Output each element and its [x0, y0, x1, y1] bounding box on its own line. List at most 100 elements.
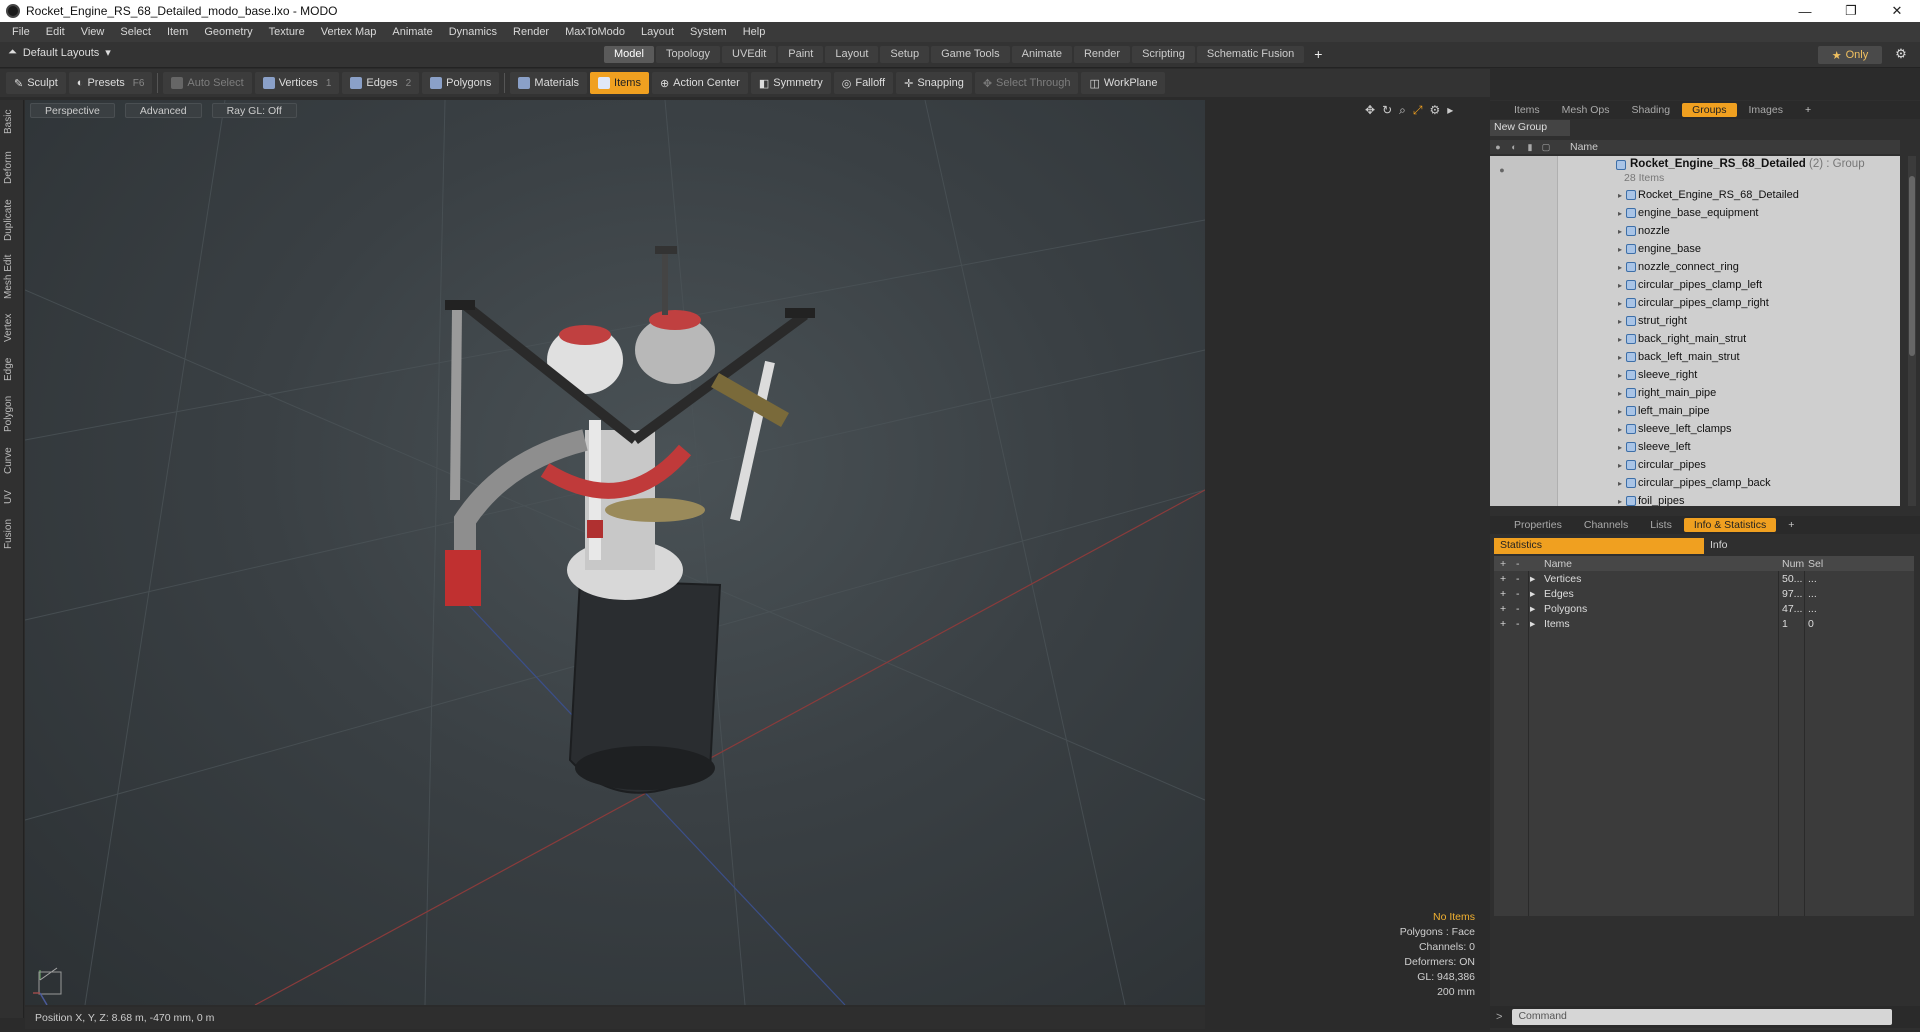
- new-group-button[interactable]: New Group: [1490, 120, 1570, 136]
- view-mode-dropdown[interactable]: Perspective: [30, 103, 115, 118]
- tab-game-tools[interactable]: Game Tools: [931, 46, 1010, 63]
- vtab-basic[interactable]: Basic: [3, 104, 21, 140]
- list-item[interactable]: ▸ nozzle: [1490, 222, 1900, 240]
- vtab-mesh-edit[interactable]: Mesh Edit: [3, 252, 21, 302]
- rotate-icon[interactable]: ↻: [1382, 103, 1392, 118]
- tab-images[interactable]: Images: [1739, 103, 1793, 117]
- only-button[interactable]: ★ Only: [1818, 46, 1882, 64]
- expand-icon[interactable]: ▸: [1618, 281, 1622, 290]
- menu-texture[interactable]: Texture: [261, 26, 313, 38]
- add-panel-tab-icon[interactable]: +: [1795, 103, 1821, 117]
- expand-icon[interactable]: ▸: [1618, 191, 1622, 200]
- expand-icon[interactable]: ▸: [1618, 371, 1622, 380]
- add-info-tab-icon[interactable]: +: [1778, 518, 1804, 532]
- workplane-button[interactable]: ◫ WorkPlane: [1081, 72, 1166, 94]
- remove-icon[interactable]: -: [1516, 573, 1530, 585]
- viewport-menu-icon[interactable]: ▸: [1447, 103, 1453, 118]
- menu-help[interactable]: Help: [735, 26, 774, 38]
- expand-icon[interactable]: ▸: [1618, 353, 1622, 362]
- polygons-button[interactable]: Polygons: [422, 72, 500, 94]
- list-item[interactable]: ▸ circular_pipes_clamp_left: [1490, 276, 1900, 294]
- snapping-button[interactable]: ✛ Snapping: [896, 72, 972, 94]
- table-row[interactable]: + - ▸ Edges 97... ...: [1494, 586, 1914, 601]
- vtab-duplicate[interactable]: Duplicate: [3, 196, 21, 244]
- expand-icon[interactable]: ▸: [1618, 245, 1622, 254]
- eye-icon[interactable]: ●: [1496, 165, 1508, 177]
- expand-icon[interactable]: ▸: [1618, 209, 1622, 218]
- vtab-edge[interactable]: Edge: [3, 354, 21, 384]
- maximize-button[interactable]: ❐: [1828, 0, 1874, 22]
- expand-icon[interactable]: ▸: [1618, 497, 1622, 506]
- expand-icon[interactable]: ▸: [1618, 335, 1622, 344]
- add-tab-icon[interactable]: +: [1306, 46, 1330, 63]
- expand-icon[interactable]: ▸: [1618, 479, 1622, 488]
- expand-icon[interactable]: ▸: [1618, 263, 1622, 272]
- expand-icon[interactable]: ▸: [1530, 588, 1535, 600]
- tab-schematic-fusion[interactable]: Schematic Fusion: [1196, 46, 1305, 63]
- expand-icon[interactable]: ▸: [1618, 425, 1622, 434]
- menu-geometry[interactable]: Geometry: [196, 26, 260, 38]
- menu-maxtomodo[interactable]: MaxToModo: [557, 26, 633, 38]
- presets-button[interactable]: ◐ Presets F6: [68, 72, 153, 94]
- list-item[interactable]: ▸ circular_pipes_clamp_right: [1490, 294, 1900, 312]
- add-icon[interactable]: +: [1500, 618, 1514, 630]
- tab-animate[interactable]: Animate: [1011, 46, 1072, 63]
- tab-lists[interactable]: Lists: [1640, 518, 1682, 532]
- expand-icon[interactable]: ▸: [1530, 618, 1535, 630]
- tab-paint[interactable]: Paint: [778, 46, 824, 63]
- menu-vertex-map[interactable]: Vertex Map: [313, 26, 385, 38]
- minimize-button[interactable]: —: [1782, 0, 1828, 22]
- raygl-toggle[interactable]: Ray GL: Off: [211, 103, 297, 118]
- shading-dropdown[interactable]: Advanced: [124, 103, 202, 118]
- list-item[interactable]: ▸ engine_base_equipment: [1490, 204, 1900, 222]
- list-item[interactable]: ▸ circular_pipes_clamp_back: [1490, 474, 1900, 492]
- pan-icon[interactable]: ✥: [1365, 103, 1375, 118]
- remove-icon[interactable]: -: [1516, 618, 1530, 630]
- tab-shading[interactable]: Shading: [1622, 103, 1681, 117]
- tab-uvedit[interactable]: UVEdit: [722, 46, 777, 63]
- expand-icon[interactable]: ▸: [1618, 299, 1622, 308]
- vtab-uv[interactable]: UV: [3, 486, 21, 508]
- list-item[interactable]: ▸ engine_base: [1490, 240, 1900, 258]
- symmetry-button[interactable]: ◧ Symmetry: [750, 72, 831, 94]
- falloff-button[interactable]: ◎ Falloff: [833, 72, 894, 94]
- tab-layout[interactable]: Layout: [825, 46, 879, 63]
- vtab-vertex[interactable]: Vertex: [3, 310, 21, 346]
- scrollbar-thumb[interactable]: [1909, 176, 1915, 356]
- expand-icon[interactable]: ▸: [1530, 603, 1535, 615]
- table-row[interactable]: + - ▸ Items 1 0: [1494, 616, 1914, 631]
- expand-icon[interactable]: ▸: [1618, 317, 1622, 326]
- remove-icon[interactable]: -: [1516, 588, 1530, 600]
- tab-model[interactable]: Model: [604, 46, 654, 63]
- expand-icon[interactable]: ▸: [1618, 461, 1622, 470]
- tab-channels[interactable]: Channels: [1574, 518, 1638, 532]
- tab-properties[interactable]: Properties: [1504, 518, 1572, 532]
- menu-layout[interactable]: Layout: [633, 26, 682, 38]
- menu-file[interactable]: File: [4, 26, 38, 38]
- close-button[interactable]: ✕: [1874, 0, 1920, 22]
- materials-button[interactable]: Materials: [510, 72, 588, 94]
- expand-icon[interactable]: ▸: [1618, 389, 1622, 398]
- list-item[interactable]: ▸ left_main_pipe: [1490, 402, 1900, 420]
- tab-scripting[interactable]: Scripting: [1132, 46, 1195, 63]
- list-item[interactable]: ▸ sleeve_left: [1490, 438, 1900, 456]
- menu-dynamics[interactable]: Dynamics: [441, 26, 505, 38]
- vtab-fusion[interactable]: Fusion: [3, 516, 21, 552]
- items-button[interactable]: Items: [590, 72, 649, 94]
- group-row[interactable]: ● Rocket_Engine_RS_68_Detailed (2) : Gro…: [1490, 156, 1900, 186]
- list-item[interactable]: ▸ sleeve_right: [1490, 366, 1900, 384]
- menu-view[interactable]: View: [73, 26, 113, 38]
- tab-items[interactable]: Items: [1504, 103, 1550, 117]
- expand-icon[interactable]: ▸: [1530, 573, 1535, 585]
- group-list-scrollbar[interactable]: [1908, 156, 1916, 506]
- zoom-icon[interactable]: ⌕: [1399, 103, 1406, 118]
- list-item[interactable]: ▸ circular_pipes: [1490, 456, 1900, 474]
- edges-button[interactable]: Edges 2: [342, 72, 420, 94]
- menu-animate[interactable]: Animate: [384, 26, 440, 38]
- action-center-button[interactable]: ⊕ Action Center: [651, 72, 748, 94]
- tab-render[interactable]: Render: [1073, 46, 1131, 63]
- expand-icon[interactable]: ▸: [1618, 407, 1622, 416]
- vtab-curve[interactable]: Curve: [3, 444, 21, 478]
- vtab-polygon[interactable]: Polygon: [3, 392, 21, 436]
- tab-info-statistics[interactable]: Info & Statistics: [1683, 518, 1777, 532]
